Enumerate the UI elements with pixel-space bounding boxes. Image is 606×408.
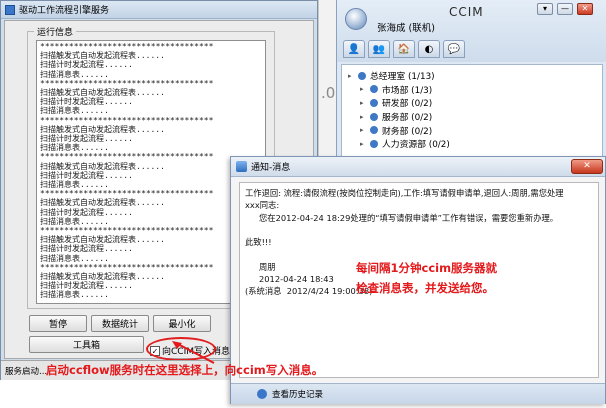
tree-node-label: 总经理室 (1/13): [370, 72, 435, 83]
contacts-tab-icon[interactable]: 👤: [343, 40, 365, 58]
log-line: 扫描触发式自动发起流程表......: [40, 124, 165, 134]
history-bar[interactable]: 查看历史记录: [231, 383, 605, 404]
log-line: ************************************: [40, 152, 214, 162]
log-line: ************************************: [40, 78, 214, 88]
ccim-app-name: CCIM: [449, 5, 484, 19]
group-icon: [370, 139, 378, 148]
annotation-bottom: 启动ccflow服务时在这里选择上，向ccim写入消息。: [46, 363, 324, 377]
expand-arrow-icon[interactable]: ▸: [348, 72, 356, 80]
annotation-right: 每间隔1分钟ccim服务器就 检查消息表，并发送给您。: [356, 258, 497, 298]
log-line: 扫描触发式自动发起流程表......: [40, 198, 165, 208]
log-line: 扫描计时发起流程......: [40, 170, 133, 180]
tree-node[interactable]: ▸ 财务部 (0/2): [348, 123, 596, 137]
log-line: 扫描消息表......: [40, 180, 109, 190]
log-line: ************************************: [40, 226, 214, 236]
message-line: 工作退回: 流程:请假流程(按岗位控制走向),工作:填写请假申请单,退回人:周朋…: [245, 188, 564, 198]
run-info-label: 运行信息: [34, 25, 77, 38]
annotation-right-line1: 每间隔1分钟ccim服务器就: [356, 261, 498, 275]
status-tab-icon[interactable]: ◐: [418, 40, 440, 58]
tree-node[interactable]: ▸ 研发部 (0/2): [348, 96, 596, 110]
history-link[interactable]: 查看历史记录: [272, 388, 323, 400]
log-line: 扫描触发式自动发起流程表......: [40, 88, 165, 98]
tree-node-label: 研发部 (0/2): [382, 99, 433, 110]
group-icon: [370, 98, 378, 107]
tree-node[interactable]: ▸ 市场部 (1/3): [348, 83, 596, 97]
menu-icon[interactable]: ▾: [537, 3, 553, 15]
pause-button[interactable]: 暂停: [29, 315, 87, 332]
annotation-right-line2: 检查消息表，并发送给您。: [356, 281, 494, 295]
service-title: 驱动工作流程引擎服务: [19, 6, 110, 16]
expand-arrow-icon[interactable]: ▸: [360, 99, 368, 107]
tree-node-label: 市场部 (1/3): [382, 85, 433, 96]
log-line: 扫描消息表......: [40, 253, 109, 263]
log-line: 扫描消息表......: [40, 69, 109, 79]
log-line: 扫描计时发起流程......: [40, 207, 133, 217]
chat-tab-icon[interactable]: 💬: [443, 40, 465, 58]
notification-title: 通知-消息: [251, 163, 291, 173]
message-icon: [236, 161, 247, 172]
notification-titlebar[interactable]: 通知-消息: [231, 157, 605, 177]
ccim-tabs: 👤 👥 🏠 ◐ 💬: [343, 40, 465, 60]
avatar[interactable]: [345, 8, 367, 30]
service-titlebar[interactable]: 驱动工作流程引擎服务: [1, 1, 317, 19]
expand-arrow-icon[interactable]: ▸: [360, 113, 368, 121]
groups-tab-icon[interactable]: 👥: [368, 40, 390, 58]
expand-arrow-icon[interactable]: ▸: [360, 85, 368, 93]
background-text: .0: [321, 84, 336, 102]
stats-button[interactable]: 数据统计: [91, 315, 149, 332]
tree-node[interactable]: ▸ 总经理室 (1/13): [348, 69, 596, 83]
app-icon: [5, 4, 15, 15]
group-icon: [358, 71, 366, 80]
log-line: 扫描计时发起流程......: [40, 60, 133, 70]
expand-arrow-icon[interactable]: ▸: [360, 126, 368, 134]
log-line: 扫描计时发起流程......: [40, 134, 133, 144]
log-line: ************************************: [40, 115, 214, 125]
history-icon: [257, 389, 267, 399]
group-icon: [370, 126, 378, 135]
close-icon[interactable]: ✕: [577, 3, 593, 15]
log-line: ************************************: [40, 262, 214, 272]
expand-arrow-icon[interactable]: ▸: [360, 140, 368, 148]
tree-node[interactable]: ▸ 服务部 (0/2): [348, 110, 596, 124]
minimize-icon[interactable]: —: [557, 3, 573, 15]
log-line: 扫描消息表......: [40, 290, 109, 300]
log-line: 扫描消息表......: [40, 216, 109, 226]
ccim-header: CCIM ▾ — ✕ 张海成 (联机) 👤 👥 🏠 ◐ 💬: [337, 0, 606, 62]
group-icon: [370, 112, 378, 121]
notification-close-button[interactable]: ✕: [571, 159, 603, 174]
tree-node[interactable]: ▸ 人力资源部 (0/2): [348, 137, 596, 151]
message-salute: 此致!!!: [245, 237, 272, 248]
tree-node-label: 财务部 (0/2): [382, 126, 433, 137]
message-greeting: xxx同志:: [245, 200, 280, 211]
group-icon: [370, 85, 378, 94]
toolbox-button[interactable]: 工具箱: [29, 336, 144, 353]
tree-node-label: 服务部 (0/2): [382, 113, 433, 124]
user-status[interactable]: 张海成 (联机): [377, 20, 435, 34]
minimize-button[interactable]: 最小化: [153, 315, 211, 332]
message-body: 您在2012-04-24 18:29处理的“填写请假申请单”工作有错误，需要您重…: [259, 212, 559, 223]
log-line: 扫描消息表......: [40, 106, 109, 116]
org-tab-icon[interactable]: 🏠: [393, 40, 415, 58]
log-line: 扫描计时发起流程......: [40, 244, 133, 254]
log-line: 扫描触发式自动发起流程表......: [40, 161, 165, 171]
tree-node-label: 人力资源部 (0/2): [382, 140, 450, 151]
log-line: ************************************: [40, 42, 214, 51]
log-line: 扫描触发式自动发起流程表......: [40, 272, 165, 282]
log-line: 扫描消息表......: [40, 143, 109, 153]
